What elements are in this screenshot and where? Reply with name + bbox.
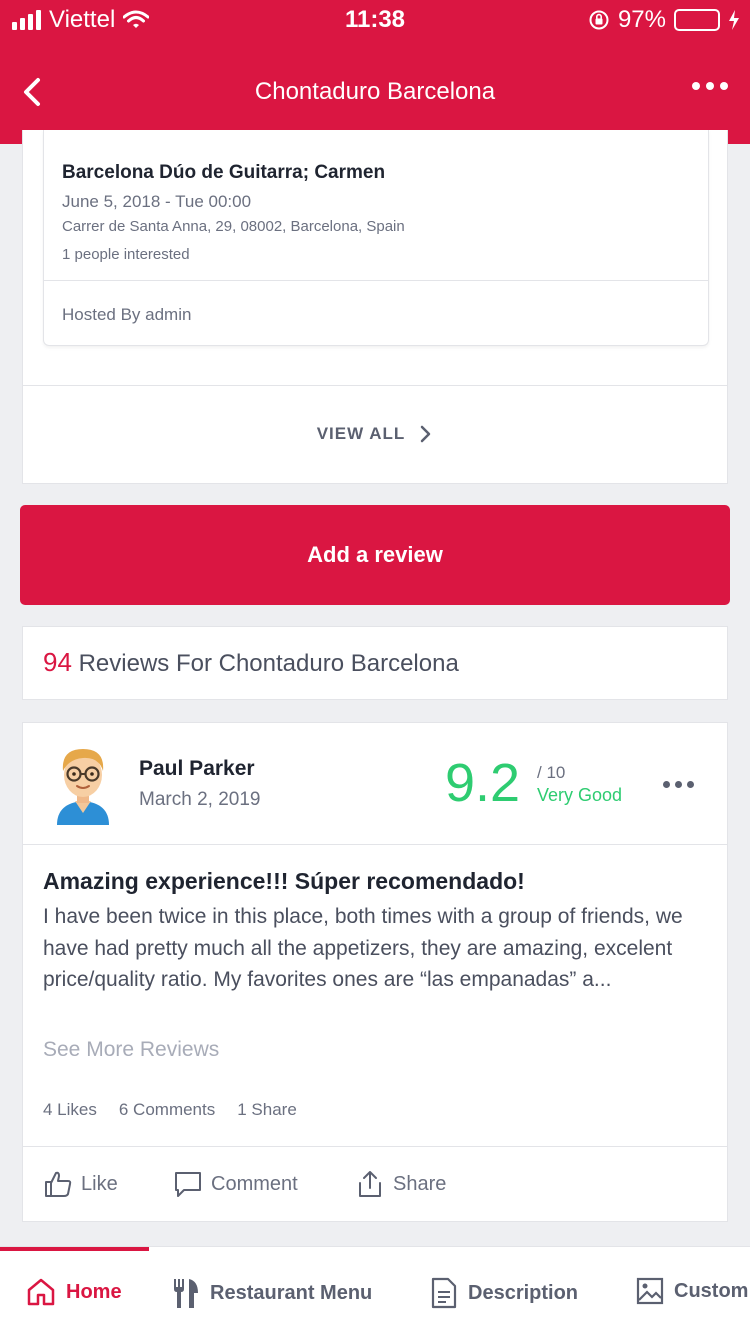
view-all-button[interactable]: VIEW ALL: [23, 386, 727, 482]
reviews-heading: 94 Reviews For Chontaduro Barcelona: [43, 647, 459, 678]
thumbs-up-icon: [45, 1171, 72, 1197]
image-icon: [636, 1277, 664, 1305]
tab-restaurant-menu-label: Restaurant Menu: [210, 1281, 373, 1304]
reviewer-name[interactable]: Paul Parker: [139, 757, 255, 781]
share-label: Share: [393, 1172, 447, 1195]
event-card[interactable]: Barcelona Dúo de Guitarra; Carmen June 5…: [43, 130, 709, 346]
charging-icon: [729, 10, 739, 30]
reviews-count: 94: [43, 647, 72, 677]
reviews-heading-text: Reviews For Chontaduro Barcelona: [78, 650, 459, 677]
divider: [23, 844, 727, 845]
status-bar: Viettel 11:38 97%: [0, 0, 750, 42]
event-title[interactable]: Barcelona Dúo de Guitarra; Carmen: [62, 162, 385, 184]
tab-custom-label: Custom: [674, 1279, 749, 1302]
tab-restaurant-menu[interactable]: Restaurant Menu: [172, 1277, 372, 1309]
event-host: Hosted By admin: [62, 305, 192, 324]
view-all-label: VIEW ALL: [316, 424, 406, 443]
orientation-lock-icon: [589, 10, 609, 30]
share-button[interactable]: Share: [355, 1169, 446, 1199]
review-body: I have been twice in this place, both ti…: [43, 905, 683, 991]
divider: [44, 280, 708, 281]
bottom-tab-bar: Home Restaurant Menu Description Custom: [0, 1246, 750, 1334]
comments-count[interactable]: 6 Comments: [119, 1100, 215, 1120]
review-verdict: Very Good: [537, 785, 623, 805]
see-more-reviews-link[interactable]: See More Reviews: [43, 1038, 219, 1062]
battery-percent: 97%: [617, 6, 666, 33]
review-actions: Like Comment Share: [43, 1169, 446, 1199]
review-score-max: / 10: [537, 763, 566, 782]
active-tab-indicator: [0, 1247, 149, 1251]
status-right: 97%: [588, 6, 740, 34]
avatar[interactable]: [53, 741, 113, 825]
events-panel: Barcelona Dúo de Guitarra; Carmen June 5…: [22, 130, 728, 484]
chevron-right-icon: [421, 425, 431, 443]
review-card: Paul Parker March 2, 2019 9.2 / 10 Very …: [22, 722, 728, 1222]
comment-button[interactable]: Comment: [173, 1169, 355, 1199]
more-horizontal-icon[interactable]: [692, 82, 728, 90]
tab-custom[interactable]: Custom: [636, 1277, 748, 1305]
tab-home[interactable]: Home: [26, 1277, 122, 1307]
fork-knife-icon: [174, 1279, 198, 1308]
likes-count[interactable]: 4 Likes: [43, 1100, 97, 1120]
event-address: Carrer de Santa Anna, 29, 08002, Barcelo…: [62, 218, 405, 235]
nav-bar: Chontaduro Barcelona: [0, 56, 750, 128]
battery-icon: [674, 9, 720, 31]
more-horizontal-icon[interactable]: [663, 781, 694, 788]
review-stats: 4 Likes 6 Comments 1 Share: [43, 1100, 297, 1120]
event-interested-count: 1 people interested: [62, 246, 190, 263]
add-review-button[interactable]: Add a review: [20, 505, 730, 605]
like-button[interactable]: Like: [43, 1169, 173, 1199]
like-label: Like: [81, 1172, 118, 1195]
reviews-header: 94 Reviews For Chontaduro Barcelona: [22, 626, 728, 700]
top-bar: Viettel 11:38 97% Chontaduro Barcelona: [0, 0, 750, 144]
comment-icon: [175, 1172, 201, 1197]
divider: [23, 1146, 727, 1147]
shares-count[interactable]: 1 Share: [237, 1100, 297, 1120]
tab-description-label: Description: [468, 1281, 579, 1304]
page-title: Chontaduro Barcelona: [254, 78, 496, 105]
review-title: Amazing experience!!! Súper recomendado!: [43, 868, 525, 894]
comment-label: Comment: [211, 1172, 298, 1195]
review-date: March 2, 2019: [139, 789, 261, 810]
document-icon: [431, 1277, 457, 1309]
event-date: June 5, 2018 - Tue 00:00: [62, 192, 252, 211]
home-icon: [27, 1278, 55, 1306]
review-score: 9.2: [445, 753, 521, 813]
tab-description[interactable]: Description: [430, 1277, 578, 1309]
share-icon: [359, 1171, 381, 1197]
tab-home-label: Home: [66, 1280, 122, 1303]
